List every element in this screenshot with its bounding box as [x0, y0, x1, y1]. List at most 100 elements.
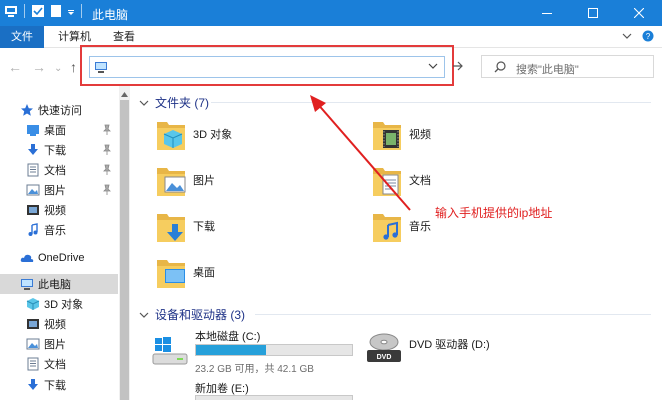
pin-icon[interactable] — [102, 184, 112, 196]
sidebar-item-label: 图片 — [44, 339, 66, 351]
annotation-highlight-box — [80, 45, 454, 86]
maximize-button[interactable] — [570, 0, 616, 26]
picture-folder-icon — [155, 162, 187, 198]
sidebar-item-this-pc[interactable]: 此电脑 — [0, 274, 118, 294]
folders-group-header[interactable]: 文件夹 (7) — [139, 94, 209, 111]
drive-label: DVD 驱动器 (D:) — [409, 339, 490, 351]
cube-folder-icon — [155, 116, 187, 152]
sidebar-item-3d-objects[interactable]: 3D 对象 — [0, 294, 118, 314]
sidebar-item-onedrive[interactable]: OneDrive — [0, 248, 118, 268]
navigation-pane: 快速访问 桌面 下载 文档 图片 视频 音乐 OneDrive 此电脑 3D 对… — [0, 96, 118, 400]
new-folder-icon[interactable] — [49, 4, 63, 18]
annotation-text: 输入手机提供的ip地址 — [435, 206, 553, 220]
caption-buttons — [524, 0, 662, 26]
minimize-icon — [542, 13, 552, 14]
go-arrow-icon[interactable] — [452, 60, 464, 72]
sidebar-item-quick-access[interactable]: 快速访问 — [0, 100, 118, 120]
pin-icon[interactable] — [102, 124, 112, 136]
up-arrow-icon[interactable]: ↑ — [70, 60, 77, 74]
chevron-down-icon — [139, 100, 149, 106]
download-icon — [26, 378, 40, 392]
window-title: 此电脑 — [92, 8, 129, 22]
explorer-window: 此电脑 文件 计算机 查看 ? ← → ⌄ ↑ 搜索"此电脑" 快速访问 桌面 … — [0, 0, 662, 400]
quick-access-toolbar — [4, 4, 84, 18]
pin-icon[interactable] — [102, 144, 112, 156]
minimize-button[interactable] — [524, 0, 570, 26]
drive-usage-fill — [196, 345, 267, 355]
sidebar-item-desktop[interactable]: 桌面 — [0, 120, 118, 140]
sidebar-item-label: 视频 — [44, 319, 66, 331]
sidebar-item-documents[interactable]: 文档 — [0, 160, 118, 180]
desktop-icon — [26, 123, 40, 137]
sidebar-item-downloads-pc[interactable]: 下载 — [0, 375, 118, 395]
recent-dropdown-icon[interactable]: ⌄ — [54, 62, 62, 76]
sidebar-item-pictures-pc[interactable]: 图片 — [0, 334, 118, 354]
ribbon-controls: ? — [622, 30, 654, 42]
computer-icon — [4, 4, 18, 18]
sidebar-item-label: 此电脑 — [38, 279, 71, 291]
back-arrow-icon[interactable]: ← — [8, 60, 22, 74]
drives-group-title: 设备和驱动器 (3) — [155, 308, 246, 322]
close-icon — [634, 8, 644, 18]
expand-ribbon-icon[interactable] — [622, 31, 632, 41]
help-icon[interactable]: ? — [642, 30, 654, 42]
sidebar-item-label: 文档 — [44, 359, 66, 371]
sidebar-item-videos-pc[interactable]: 视频 — [0, 314, 118, 334]
forward-arrow-icon[interactable]: → — [32, 60, 46, 74]
svg-text:DVD: DVD — [377, 354, 392, 361]
picture-icon — [26, 337, 40, 351]
annotation-arrow — [310, 95, 411, 211]
sidebar-item-label: OneDrive — [38, 252, 85, 264]
document-icon — [26, 357, 40, 371]
sidebar-scrollbar[interactable] — [119, 86, 130, 400]
properties-icon[interactable] — [31, 4, 45, 18]
search-input[interactable]: 搜索"此电脑" — [481, 55, 654, 78]
folder-label: 图片 — [193, 175, 215, 187]
cube-icon — [26, 297, 40, 311]
close-button[interactable] — [616, 0, 662, 26]
scrollbar-thumb[interactable] — [120, 100, 129, 400]
drive-label: 本地磁盘 (C:) — [195, 331, 261, 343]
star-icon — [20, 103, 34, 117]
drive-free-text: 23.2 GB 可用，共 42.1 GB — [195, 364, 314, 375]
qat-divider — [81, 4, 82, 18]
windows-drive-icon — [152, 337, 188, 365]
sidebar-item-pictures[interactable]: 图片 — [0, 180, 118, 200]
chevron-down-icon — [139, 312, 149, 318]
qat-dropdown-icon[interactable] — [67, 4, 75, 18]
document-icon — [26, 163, 40, 177]
drive-label: 新加卷 (E:) — [195, 383, 249, 395]
picture-icon — [26, 183, 40, 197]
sidebar-item-documents-pc[interactable]: 文档 — [0, 354, 118, 374]
video-icon — [26, 317, 40, 331]
computer-icon — [20, 277, 34, 291]
folder-label: 3D 对象 — [193, 129, 233, 141]
sidebar-item-downloads[interactable]: 下载 — [0, 140, 118, 160]
sidebar-item-label: 下载 — [44, 380, 66, 392]
drive-usage-bar — [195, 395, 353, 400]
desktop-folder-icon — [155, 254, 187, 290]
sidebar-item-label: 文档 — [44, 165, 66, 177]
search-placeholder: 搜索"此电脑" — [516, 64, 579, 76]
maximize-icon — [588, 8, 598, 18]
sidebar-item-music[interactable]: 音乐 — [0, 220, 118, 240]
folder-pictures[interactable]: 图片 — [155, 162, 215, 198]
folder-label: 下载 — [193, 221, 215, 233]
folder-label: 桌面 — [193, 267, 215, 279]
title-bar: 此电脑 — [0, 0, 662, 26]
sidebar-item-label: 3D 对象 — [44, 299, 84, 311]
download-icon — [26, 143, 40, 157]
qat-divider — [24, 4, 25, 18]
download-folder-icon — [155, 208, 187, 244]
pin-icon[interactable] — [102, 164, 112, 176]
folder-desktop[interactable]: 桌面 — [155, 254, 215, 290]
folder-downloads[interactable]: 下载 — [155, 208, 215, 244]
drives-group-header[interactable]: 设备和驱动器 (3) — [139, 306, 245, 323]
sidebar-item-videos[interactable]: 视频 — [0, 200, 118, 220]
tab-file[interactable]: 文件 — [0, 26, 44, 48]
group-divider — [255, 314, 651, 315]
sidebar-item-label: 快速访问 — [38, 105, 82, 117]
sidebar-item-label: 视频 — [44, 205, 66, 217]
scroll-up-icon[interactable] — [121, 92, 128, 97]
folder-3d-objects[interactable]: 3D 对象 — [155, 116, 232, 152]
